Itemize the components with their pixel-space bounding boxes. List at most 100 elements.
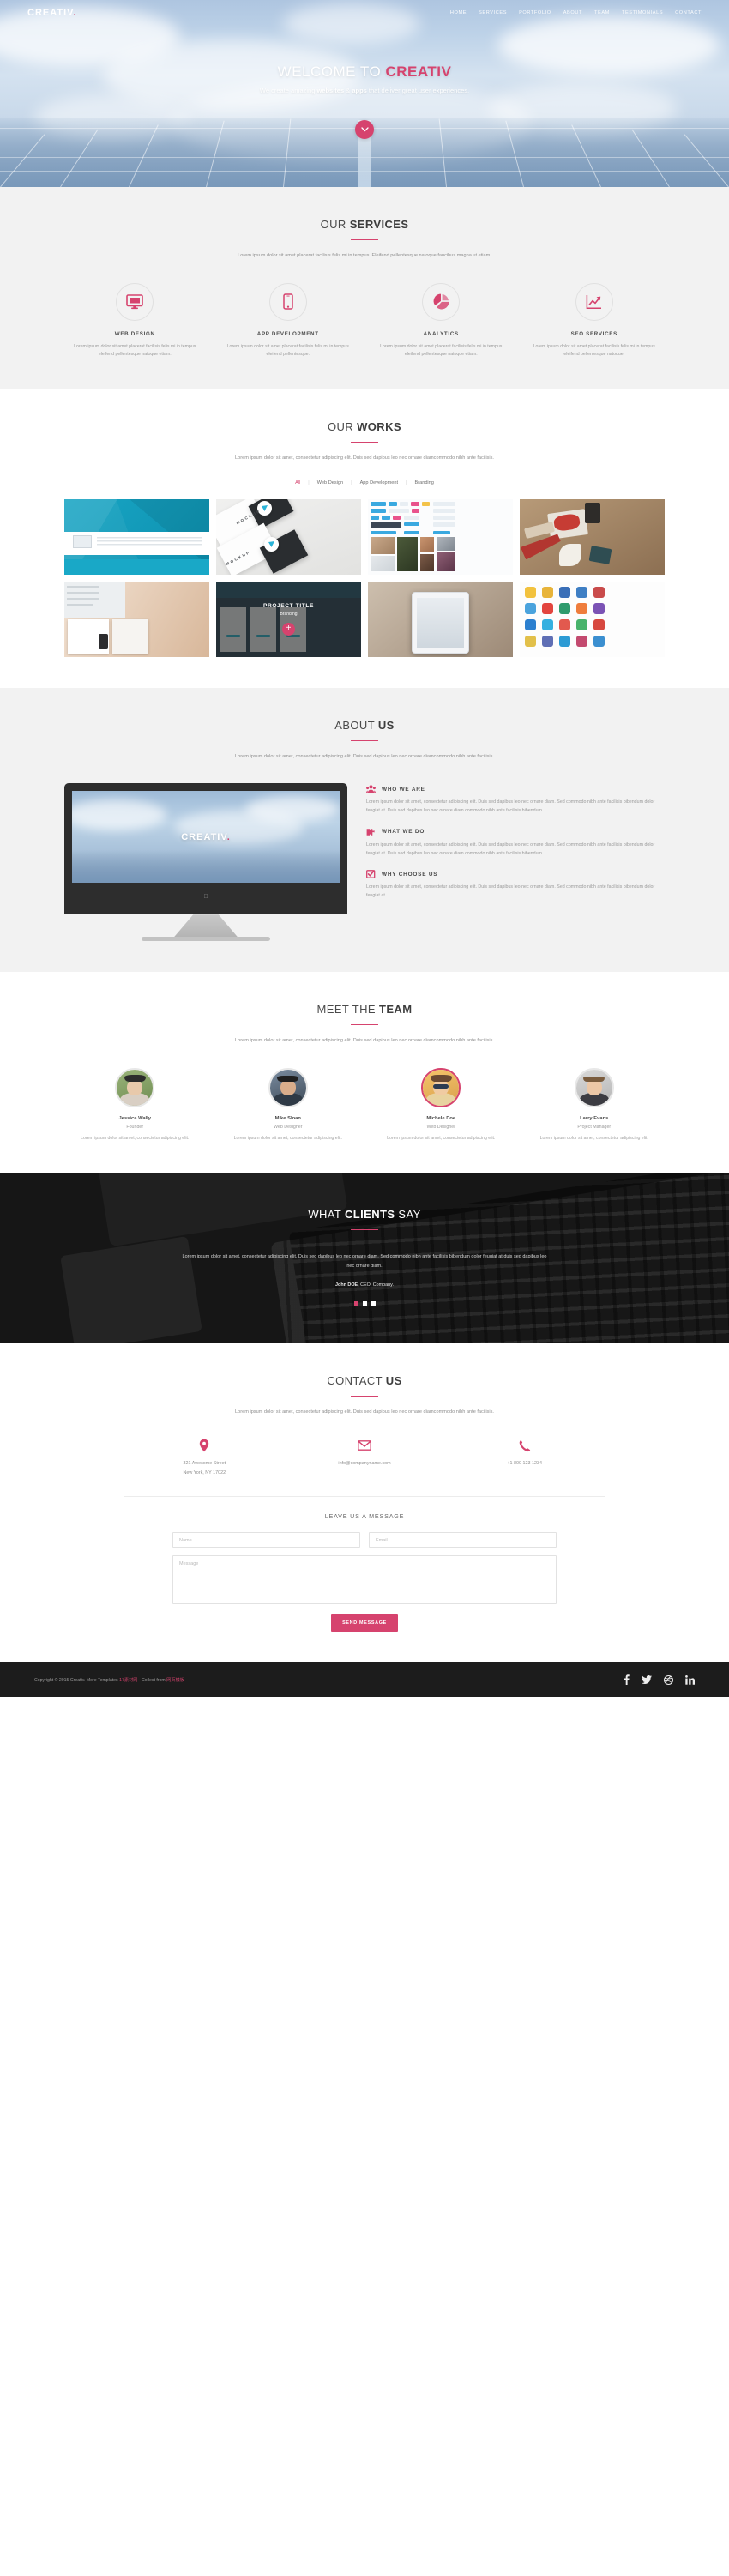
services-title: OUR SERVICES — [0, 218, 729, 231]
filter-app-development[interactable]: App Development — [360, 480, 398, 486]
service-card-app-development[interactable]: APP DEVELOPMENT Lorem ipsum dolor sit am… — [218, 282, 359, 359]
facebook-icon[interactable] — [624, 1674, 630, 1686]
pie-chart-icon — [433, 293, 449, 310]
name-input[interactable] — [172, 1532, 360, 1549]
pagination-dot-2[interactable] — [362, 1300, 367, 1306]
hero-sub-c: & — [344, 87, 352, 94]
send-message-button[interactable]: SEND MESSAGE — [331, 1614, 398, 1632]
work-item[interactable] — [368, 498, 513, 575]
section-rule — [351, 239, 378, 240]
app-icon-set-image — [520, 581, 665, 657]
contact-title-light: CONTACT — [327, 1374, 385, 1387]
section-rule — [351, 442, 378, 443]
plus-icon[interactable]: + — [282, 622, 295, 636]
pagination-dot-1[interactable] — [353, 1300, 358, 1306]
envelope-icon — [358, 1440, 371, 1451]
team-member[interactable]: Larry Evans Project Manager Lorem ipsum … — [524, 1067, 666, 1143]
member-text: Lorem ipsum dolor sit amet, consectetur … — [64, 1135, 206, 1143]
work-item[interactable] — [520, 581, 665, 657]
contact-address: 321 Awesome Street New York, NY 17022 — [124, 1437, 285, 1477]
section-rule — [351, 1229, 378, 1231]
map-pin-icon — [200, 1439, 209, 1452]
member-role: Founder — [64, 1125, 206, 1130]
service-name: WEB DESIGN — [114, 330, 155, 337]
avatar — [421, 1067, 461, 1107]
imac-stand — [174, 914, 238, 938]
service-card-seo-services[interactable]: SEO SERVICES Lorem ipsum dolor sit amet … — [524, 282, 666, 359]
works-filter-bar: All | Web Design | App Development | Bra… — [0, 480, 729, 486]
footer-link-a[interactable]: 17素材网 — [119, 1678, 137, 1683]
work-hover-overlay[interactable]: PROJECT TITLE Branding + — [216, 581, 361, 657]
testimonials-title: WHAT CLIENTS SAY — [0, 1208, 729, 1221]
hero-sub-apps: apps — [352, 87, 367, 94]
keyboard-and-books-image — [64, 581, 209, 657]
services-title-light: OUR — [320, 218, 350, 231]
work-item[interactable] — [64, 581, 209, 657]
work-item[interactable]: PROJECT TITLE Branding + — [216, 581, 361, 657]
nav-item-about[interactable]: ABOUT — [563, 10, 582, 15]
contact-info-row: 321 Awesome Street New York, NY 17022 in… — [124, 1437, 605, 1477]
linkedin-icon[interactable] — [685, 1674, 695, 1685]
nav-item-portfolio[interactable]: PORTFOLIO — [519, 10, 551, 15]
work-item[interactable] — [520, 498, 665, 575]
dribbble-icon[interactable] — [664, 1674, 673, 1685]
stationery-mockup-image: MOCKUP MOCKUP — [216, 498, 361, 575]
hero-sub-e: that deliver great user experiences. — [366, 87, 470, 94]
team-title-light: MEET THE — [317, 1003, 379, 1016]
works-title-light: OUR — [328, 420, 358, 434]
desk-branding-items-image — [520, 498, 665, 575]
ui-kit-elements-image — [368, 498, 513, 575]
author-role: , CEO, Company. — [358, 1282, 394, 1288]
message-textarea[interactable] — [172, 1555, 557, 1605]
landing-page-mockup-image — [64, 498, 209, 575]
filter-web-design[interactable]: Web Design — [317, 480, 343, 486]
about-description: Lorem ipsum dolor sit amet, consectetur … — [235, 753, 494, 759]
copyright-part-b: - Collect from — [137, 1678, 166, 1683]
scroll-down-button[interactable] — [355, 120, 374, 139]
monitor-icon — [126, 293, 144, 309]
testimonial-author: John DOE, CEO, Company. — [0, 1282, 729, 1288]
filter-branding[interactable]: Branding — [415, 480, 434, 486]
contact-section: CONTACT US Lorem ipsum dolor sit amet, c… — [0, 1342, 729, 1663]
testimonials-section: WHAT CLIENTS SAY Lorem ipsum dolor sit a… — [0, 1173, 729, 1343]
team-title-bold: TEAM — [379, 1003, 412, 1016]
member-text: Lorem ipsum dolor sit amet, consectetur … — [371, 1135, 512, 1143]
copyright-part-a: Copyright © 2015 Creativ. More Templates — [34, 1678, 119, 1683]
work-item[interactable]: MOCKUP MOCKUP — [216, 498, 361, 575]
service-card-analytics[interactable]: ANALYTICS Lorem ipsum dolor sit amet pla… — [371, 282, 512, 359]
services-description: Lorem ipsum dolor sit amet placerat faci… — [238, 253, 491, 258]
hero-section: CREATIV. HOME SERVICES PORTFOLIO ABOUT T… — [0, 0, 729, 187]
hero-subtitle: We create amazing websites & apps that d… — [0, 87, 729, 94]
team-member[interactable]: Mike Sloan Web Designer Lorem ipsum dolo… — [218, 1067, 359, 1143]
nav-item-home[interactable]: HOME — [450, 10, 467, 15]
service-card-web-design[interactable]: WEB DESIGN Lorem ipsum dolor sit amet pl… — [64, 282, 206, 359]
nav-item-testimonials[interactable]: TESTIMONIALS — [622, 10, 663, 15]
service-text: Lorem ipsum dolor sit amet placerat faci… — [74, 343, 196, 357]
about-item-title: WHAT WE DO — [382, 829, 425, 836]
footer-link-b[interactable]: 网页模板 — [166, 1678, 184, 1683]
email-address[interactable]: info@companyname.com — [285, 1460, 445, 1468]
pagination-dot-3[interactable] — [371, 1300, 376, 1306]
filter-all[interactable]: All — [295, 480, 300, 486]
nav-item-contact[interactable]: CONTACT — [675, 10, 702, 15]
address-line-2: New York, NY 17022 — [124, 1469, 285, 1477]
work-item[interactable] — [368, 581, 513, 657]
email-input[interactable] — [369, 1532, 557, 1549]
nav-item-team[interactable]: TEAM — [594, 10, 610, 15]
team-title: MEET THE TEAM — [0, 1003, 729, 1016]
work-item[interactable] — [64, 498, 209, 575]
site-logo[interactable]: CREATIV. — [27, 8, 77, 18]
team-member[interactable]: Jessica Wally Founder Lorem ipsum dolor … — [64, 1067, 206, 1143]
phone-number: +1 800 123 1234 — [444, 1460, 605, 1468]
twitter-icon[interactable] — [642, 1675, 652, 1685]
contact-form: SEND MESSAGE — [172, 1532, 557, 1632]
nav-item-services[interactable]: SERVICES — [479, 10, 507, 15]
about-section: ABOUT US Lorem ipsum dolor sit amet, con… — [0, 687, 729, 973]
nav-links: HOME SERVICES PORTFOLIO ABOUT TEAM TESTI… — [450, 10, 702, 15]
team-member[interactable]: Michele Doe Web Designer Lorem ipsum dol… — [371, 1067, 512, 1143]
service-icon-ring — [268, 282, 307, 321]
apple-logo-icon:  — [203, 894, 208, 900]
hero-title: WELCOME TO CREATIV — [0, 63, 729, 81]
landing-page: CREATIV. HOME SERVICES PORTFOLIO ABOUT T… — [0, 0, 729, 1698]
works-description: Lorem ipsum dolor sit amet, consectetur … — [235, 455, 494, 462]
